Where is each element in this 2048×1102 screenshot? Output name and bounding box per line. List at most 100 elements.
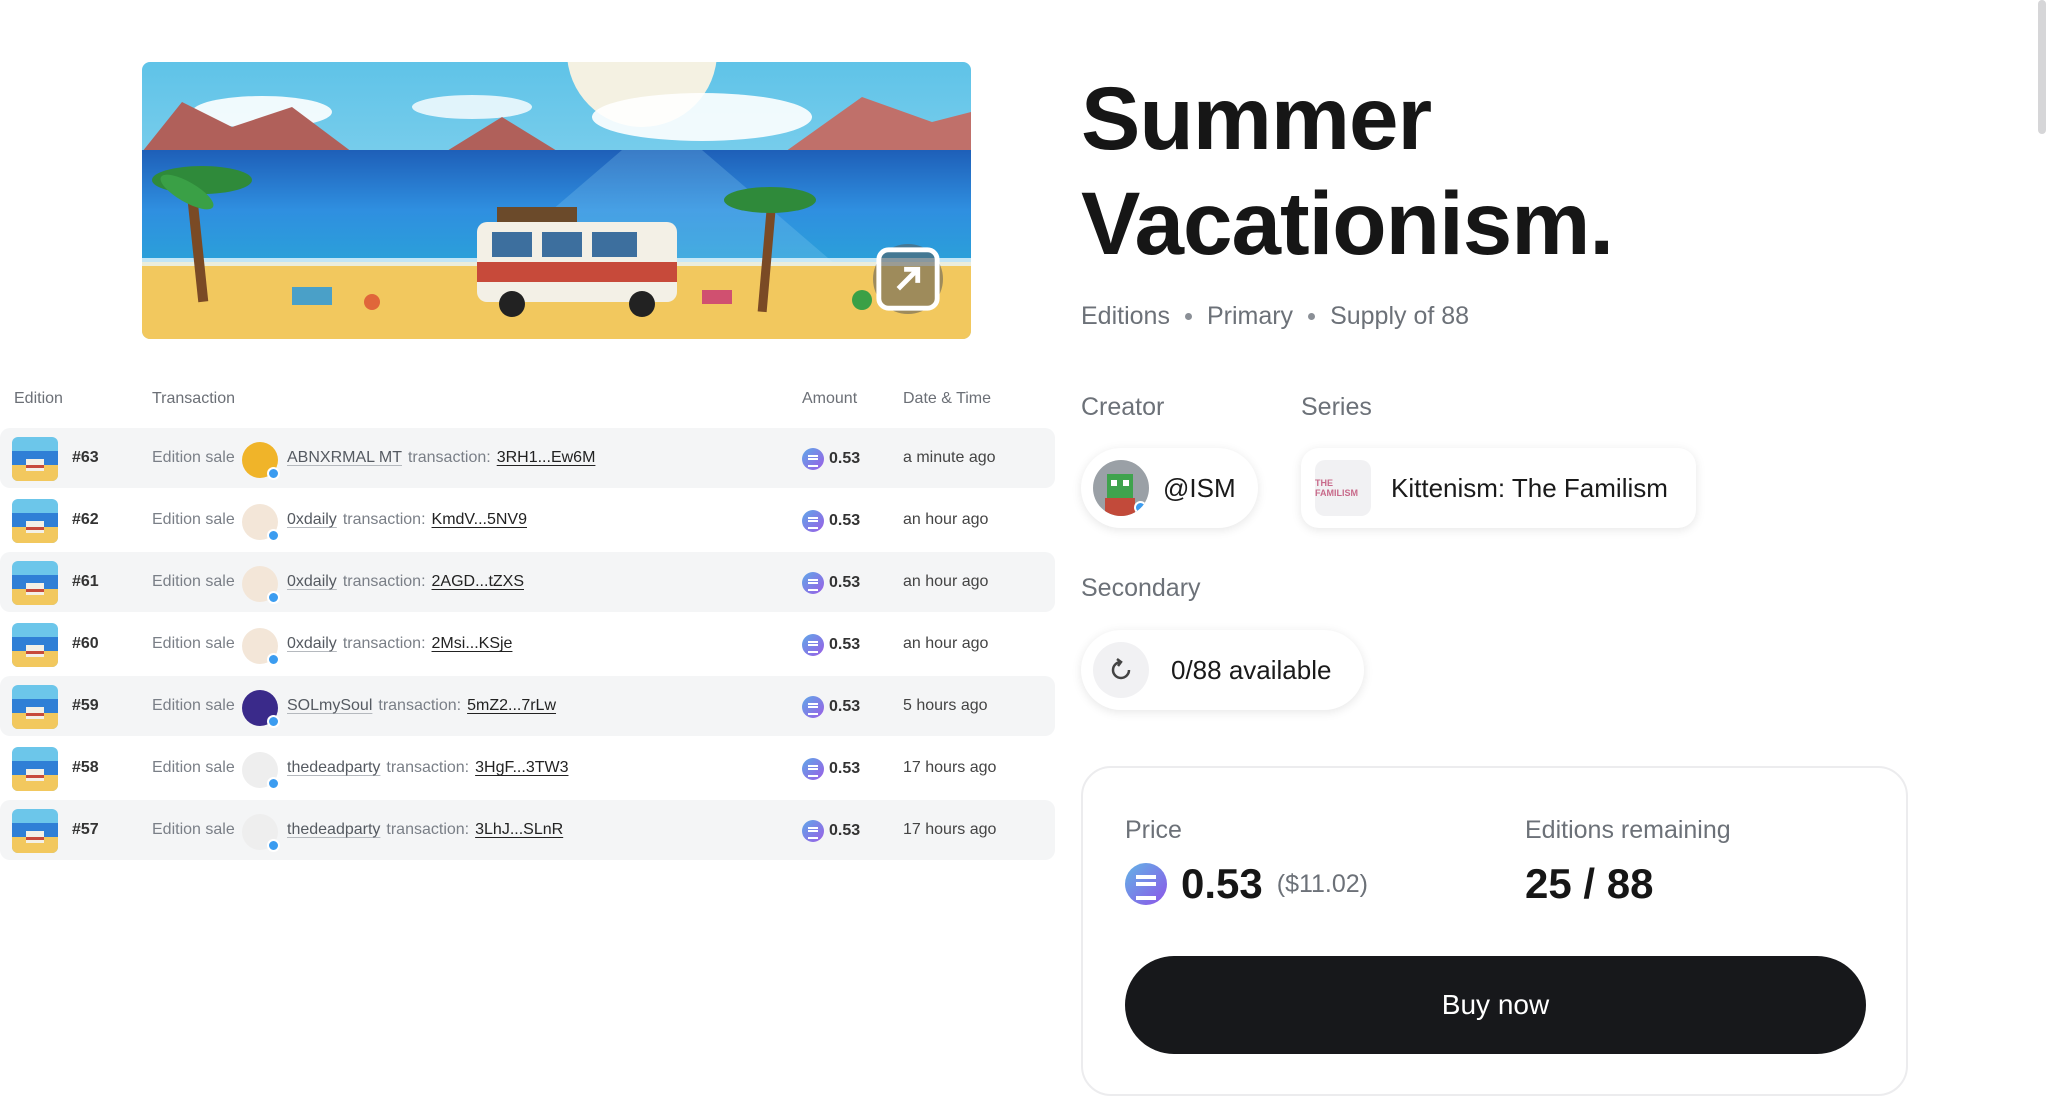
buyer-avatar[interactable] [242,628,280,666]
transaction-word: transaction: [378,697,462,714]
sale-type: Edition sale [152,449,235,466]
edition-number: #61 [72,573,99,590]
amount: 0.53 [802,696,860,718]
page-title: Summer Vacationism. [1081,66,1614,276]
buy-now-button[interactable]: Buy now [1125,956,1866,1054]
amount-value: 0.53 [829,512,861,529]
buyer-link[interactable]: ABNXRMAL MT [287,449,402,466]
transaction-word: transaction: [407,449,491,466]
buyer-avatar[interactable] [242,752,280,790]
transaction-word: transaction: [342,573,426,590]
buyer-link[interactable]: thedeadparty [287,759,380,776]
table-row[interactable]: #57 Edition sale thedeadparty transaction: 3… [0,800,1055,860]
buyer-avatar[interactable] [242,814,280,852]
title-line-1: Summer [1081,68,1432,168]
transaction-hash-link[interactable]: 2AGD...tZXS [432,573,524,590]
col-datetime: Date & Time [903,390,992,407]
meta-type: Editions [1081,302,1170,330]
transaction-detail: thedeadparty transaction: 3LhJ...SLnR [287,821,563,839]
verified-badge-icon [267,777,280,790]
buyer-avatar[interactable] [242,566,280,604]
table-row[interactable]: #61 Edition sale 0xdaily transaction: 2AGD..… [0,552,1055,612]
table-row[interactable]: #62 Edition sale 0xdaily transaction: KmdV..… [0,490,1055,550]
sol-icon [802,448,824,470]
date-time: an hour ago [903,511,989,528]
edition-number: #63 [72,449,99,466]
edition-number: #57 [72,821,99,838]
editions-remaining: 25 / 88 [1525,860,1654,907]
sale-type: Edition sale [152,511,235,528]
title-line-2: Vacationism. [1081,173,1614,273]
buyer-avatar[interactable] [242,442,280,480]
artwork-image[interactable] [142,62,971,339]
sale-type: Edition sale [152,759,235,776]
secondary-availability: 0/88 available [1171,654,1332,685]
verified-badge-icon [267,839,280,852]
verified-badge-icon [1134,501,1147,514]
transaction-detail: 0xdaily transaction: KmdV...5NV9 [287,511,527,529]
buyer-avatar[interactable] [242,504,280,542]
col-transaction: Transaction [152,390,235,407]
sol-icon [802,572,824,594]
date-time: an hour ago [903,635,989,652]
creator-label: Creator [1081,393,1165,421]
table-row[interactable]: #58 Edition sale thedeadparty transaction: 3… [0,738,1055,798]
table-row[interactable]: #63 Edition sale ABNXRMAL MT transaction: 3R… [0,428,1055,488]
table-row[interactable]: #59 Edition sale SOLmySoul transaction: 5mZ2… [0,676,1055,736]
amount-value: 0.53 [829,636,861,653]
series-chip[interactable]: THE FAMILISM Kittenism: The Familism [1301,448,1696,528]
date-time: 5 hours ago [903,697,988,714]
edition-thumbnail [12,623,58,667]
creator-chip[interactable]: @ISM [1081,448,1258,528]
expand-icon [876,247,940,311]
date-time: 17 hours ago [903,759,997,776]
edition-thumbnail [12,685,58,729]
edition-thumbnail [12,499,58,543]
transaction-hash-link[interactable]: 3LhJ...SLnR [475,821,563,838]
transaction-hash-link[interactable]: 2Msi...KSje [432,635,513,652]
remaining-label: Editions remaining [1525,816,1731,844]
meta-market: Primary [1206,302,1294,330]
buyer-link[interactable]: 0xdaily [287,635,337,652]
date-time: a minute ago [903,449,996,466]
transaction-hash-link[interactable]: 5mZ2...7rLw [467,697,556,714]
transaction-hash-link[interactable]: 3RH1...Ew6M [497,449,596,466]
table-row[interactable]: #60 Edition sale 0xdaily transaction: 2Msi..… [0,614,1055,674]
secondary-chip[interactable]: 0/88 available [1081,630,1364,710]
price-usd: ($11.02) [1276,869,1369,898]
expand-button[interactable] [873,244,943,314]
sol-icon [802,820,824,842]
table-header: Edition Transaction Amount Date & Time [0,390,1055,412]
transaction-hash-link[interactable]: 3HgF...3TW3 [475,759,568,776]
sol-icon [1125,863,1167,905]
price-value: 0.53 ($11.02) [1125,860,1368,908]
buyer-link[interactable]: 0xdaily [287,573,337,590]
price-amount: 0.53 [1181,860,1263,907]
sale-type: Edition sale [152,573,235,590]
scrollbar[interactable] [2038,0,2046,134]
buyer-avatar[interactable] [242,690,280,728]
transaction-hash-link[interactable]: KmdV...5NV9 [432,511,527,528]
amount-value: 0.53 [829,574,861,591]
col-edition: Edition [14,390,63,407]
edition-thumbnail [12,437,58,481]
sol-icon [802,634,824,656]
col-amount: Amount [802,390,858,407]
edition-number: #58 [72,759,99,776]
buyer-link[interactable]: 0xdaily [287,511,337,528]
price-label: Price [1125,816,1182,844]
date-time: 17 hours ago [903,821,997,838]
creator-avatar [1093,460,1149,516]
transaction-word: transaction: [342,635,426,652]
amount: 0.53 [802,758,860,780]
amount: 0.53 [802,634,860,656]
amount: 0.53 [802,510,860,532]
meta-separator [1184,313,1192,320]
transaction-detail: ABNXRMAL MT transaction: 3RH1...Ew6M [287,449,595,467]
amount-value: 0.53 [829,450,861,467]
date-time: an hour ago [903,573,989,590]
verified-badge-icon [267,653,280,666]
series-thumbnail: THE FAMILISM [1315,460,1371,516]
buyer-link[interactable]: SOLmySoul [287,697,372,714]
buyer-link[interactable]: thedeadparty [287,821,380,838]
